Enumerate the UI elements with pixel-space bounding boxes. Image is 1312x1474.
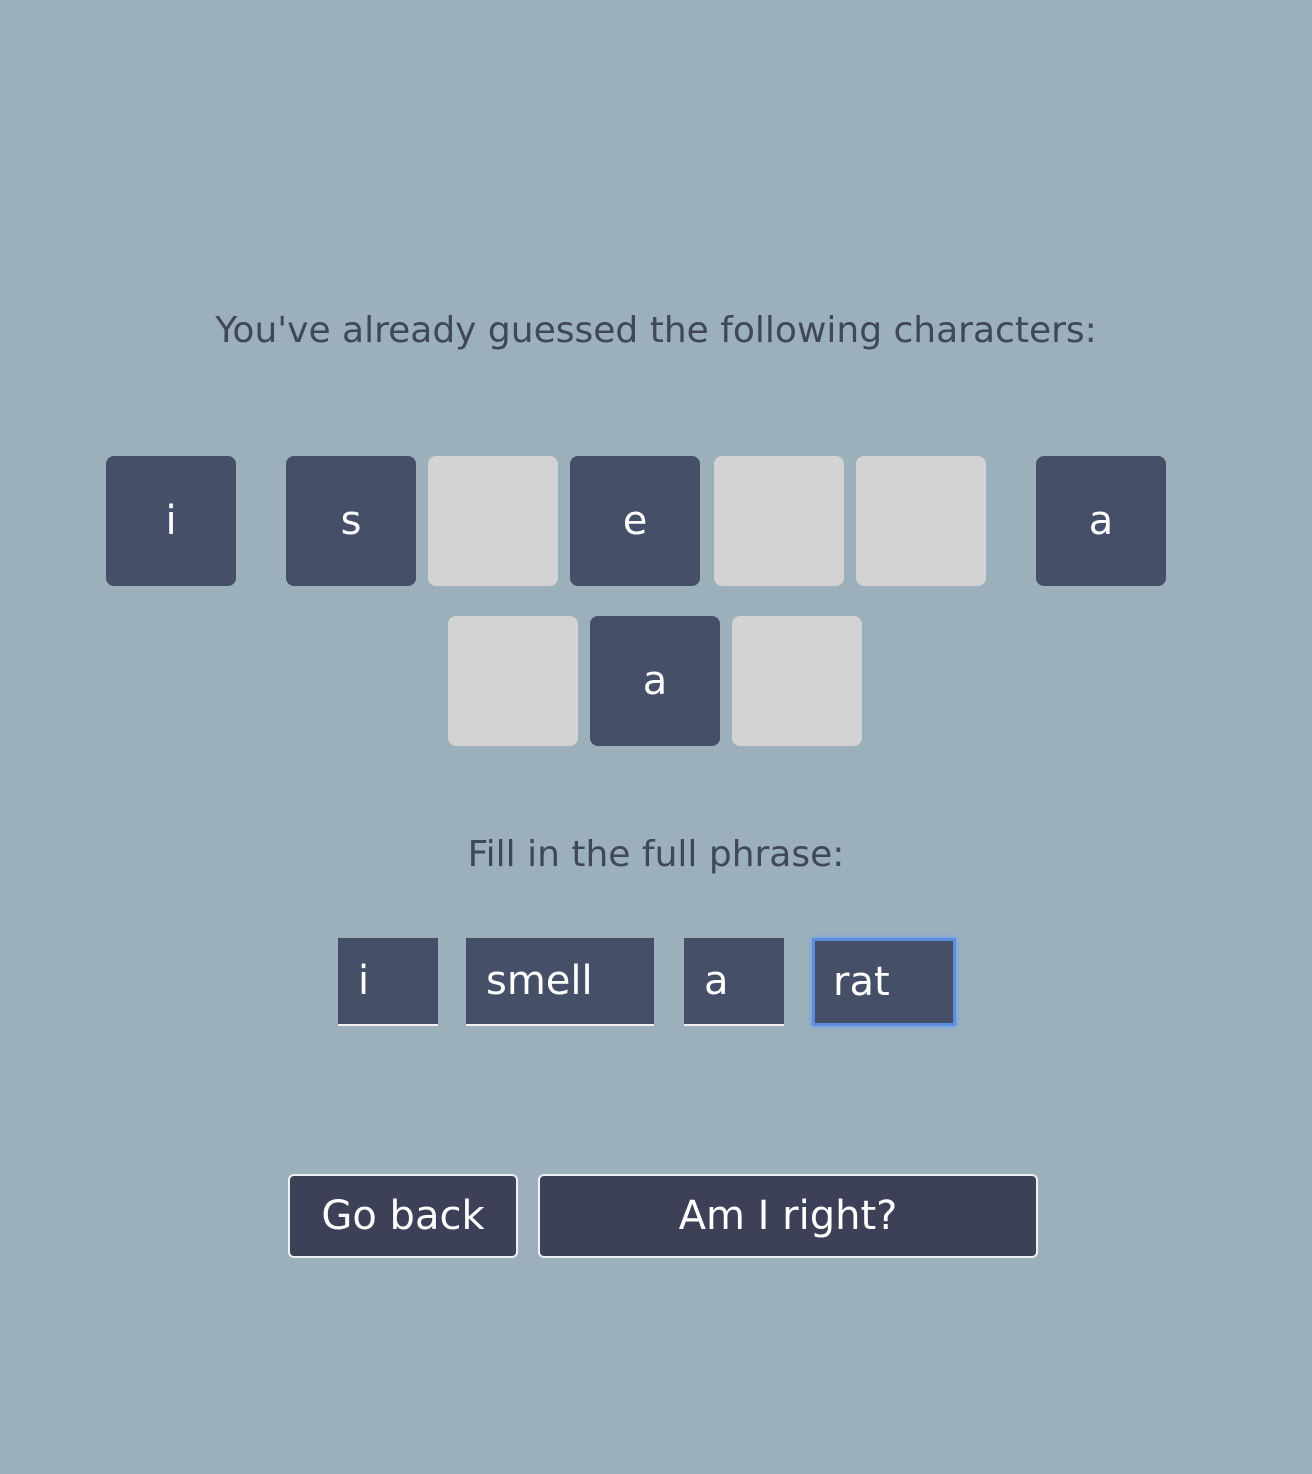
letter-tile: s	[286, 456, 416, 586]
hidden-letter-tile	[428, 456, 558, 586]
go-back-button[interactable]: Go back	[288, 1174, 518, 1258]
hidden-letter-tile	[714, 456, 844, 586]
letter-tile: a	[1036, 456, 1166, 586]
fill-phrase-heading: Fill in the full phrase:	[467, 834, 845, 875]
phrase-word-input-2[interactable]	[466, 938, 654, 1026]
letter-tile: a	[590, 616, 720, 746]
phrase-word-input-4[interactable]	[812, 938, 956, 1026]
guessed-characters-heading: You've already guessed the following cha…	[215, 310, 1097, 351]
phrase-word-input-1[interactable]	[338, 938, 438, 1026]
hidden-letter-tile	[732, 616, 862, 746]
hidden-letter-tile	[448, 616, 578, 746]
am-i-right-button[interactable]: Am I right?	[538, 1174, 1038, 1258]
game-page: You've already guessed the following cha…	[0, 0, 1312, 1474]
hidden-letter-tile	[856, 456, 986, 586]
phrase-word-input-3[interactable]	[684, 938, 784, 1026]
letter-tile: i	[106, 456, 236, 586]
letter-tile: e	[570, 456, 700, 586]
